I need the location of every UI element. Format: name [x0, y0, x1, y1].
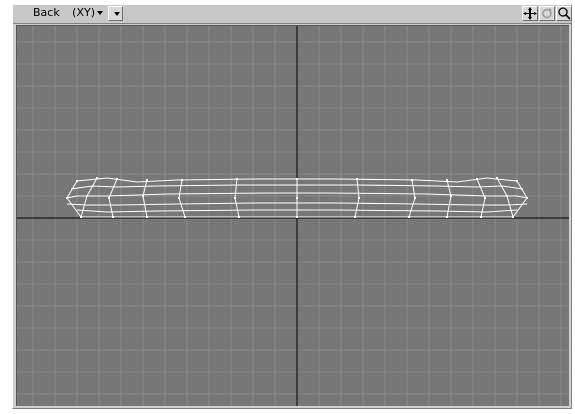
chevron-down-icon — [97, 11, 103, 15]
wire-vertex — [516, 180, 518, 182]
wire-vertex — [414, 197, 416, 199]
wire-vertex — [506, 195, 508, 197]
wire-vertex — [80, 216, 82, 218]
rotate-view-button[interactable] — [539, 6, 555, 21]
wire-vertex — [86, 195, 88, 197]
wire-vertex — [354, 216, 356, 218]
back-xy-viewport[interactable] — [16, 25, 569, 406]
wire-vertex — [238, 216, 240, 218]
wire-vertex — [184, 216, 186, 218]
viewport-toolbar: Back (XY) — [13, 5, 572, 24]
wire-vertex — [480, 216, 482, 218]
viewport-menu-button[interactable] — [108, 6, 123, 21]
wire-vertex — [512, 216, 514, 218]
view-projection-value: (XY) — [72, 6, 95, 19]
wire-vertex — [76, 180, 78, 182]
wire-vertex — [178, 197, 180, 199]
wire-vertex — [108, 197, 110, 199]
wire-vertex — [66, 197, 68, 199]
wire-vertex — [142, 195, 144, 197]
wire-vertex — [358, 197, 360, 199]
move-icon — [523, 7, 537, 20]
wire-vertex — [484, 197, 486, 199]
chevron-down-icon — [113, 12, 120, 16]
wire-vertex — [296, 216, 298, 218]
wire-vertex — [181, 179, 183, 181]
wire-vertex — [496, 177, 498, 179]
wire-vertex — [450, 195, 452, 197]
wire-vertex — [411, 179, 413, 181]
rotate-icon — [542, 8, 552, 19]
wire-vertex — [476, 178, 478, 180]
wire-vertex — [446, 179, 448, 181]
viewport-background — [17, 26, 569, 406]
wire-vertex — [236, 178, 238, 180]
wire-vertex — [116, 178, 118, 180]
viewport-canvas — [17, 26, 569, 406]
wire-vertex — [356, 178, 358, 180]
wire-vertex — [146, 216, 148, 218]
wire-vertex — [96, 177, 98, 179]
wire-vertex — [234, 197, 236, 199]
zoom-view-button[interactable] — [556, 6, 572, 21]
wire-vertex — [112, 216, 114, 218]
zoom-icon — [558, 7, 571, 20]
wire-vertex — [296, 197, 298, 199]
wire-vertex — [446, 216, 448, 218]
wire-vertex — [408, 216, 410, 218]
view-projection-dropdown[interactable]: (XY) — [57, 6, 105, 21]
move-view-button[interactable] — [522, 6, 538, 21]
wire-vertex — [146, 179, 148, 181]
wire-vertex — [526, 197, 528, 199]
wire-vertex — [296, 178, 298, 180]
viewport-window: Back (XY) — [12, 4, 572, 409]
